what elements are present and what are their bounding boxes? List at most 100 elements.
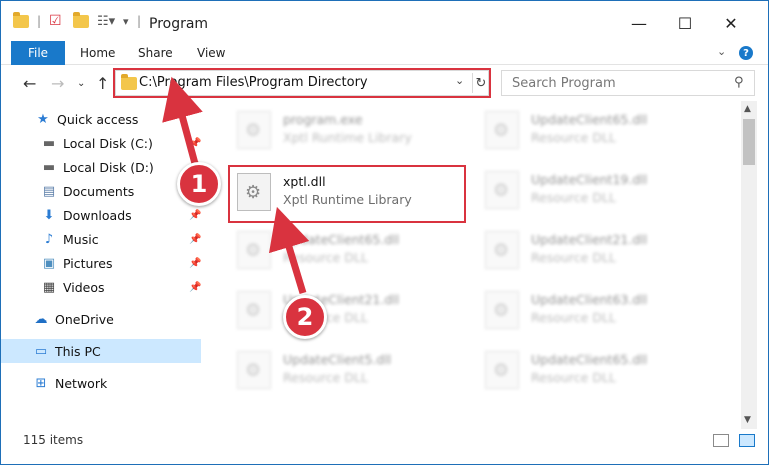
file-description: Xptl Runtime Library — [283, 130, 412, 145]
scrollbar-thumb[interactable] — [743, 119, 755, 165]
back-arrow-icon[interactable]: ← — [23, 74, 36, 93]
dll-file-icon — [237, 231, 271, 269]
tab-home[interactable]: Home — [80, 41, 115, 65]
sidebar-item-this-pc[interactable]: ▭ This PC — [1, 339, 201, 363]
computer-icon: ▭ — [34, 343, 48, 359]
file-description: Resource DLL — [531, 130, 616, 145]
maximize-button[interactable]: ☐ — [662, 8, 708, 38]
sidebar-item-pictures[interactable]: ▣ Pictures 📌 — [1, 251, 202, 275]
large-icons-view-icon[interactable] — [739, 434, 755, 447]
download-icon: ⬇ — [43, 207, 55, 223]
window-title: Program — [149, 16, 209, 32]
separator: | — [37, 14, 42, 28]
expand-ribbon-icon[interactable]: ⌄ — [717, 45, 726, 58]
sidebar-item-videos[interactable]: ▦ Videos 📌 — [1, 275, 202, 299]
list-item[interactable]: UpdateClient65.dll Resource DLL — [479, 107, 719, 153]
sidebar-item-label: Music — [63, 231, 99, 247]
list-item[interactable]: UpdateClient63.dll Resource DLL — [479, 287, 719, 333]
search-icon[interactable]: ⚲ — [734, 75, 744, 90]
item-count: 115 items — [23, 433, 84, 447]
documents-icon: ▤ — [42, 183, 56, 199]
close-button[interactable]: ✕ — [708, 8, 754, 38]
sidebar-item-label: Quick access — [57, 111, 139, 127]
sidebar-item-label: Pictures — [63, 255, 113, 271]
file-name: program.exe — [283, 112, 363, 127]
pin-icon[interactable]: 📌 — [189, 258, 201, 269]
customize-toolbar-icon[interactable]: ☷▾ — [97, 11, 115, 31]
scroll-down-icon[interactable]: ▼ — [744, 415, 751, 425]
file-description: Resource DLL — [283, 370, 368, 385]
sidebar-item-label: Local Disk (C:) — [63, 135, 153, 151]
music-icon: ♪ — [44, 231, 54, 247]
new-folder-icon[interactable] — [73, 11, 89, 31]
sidebar-item-local-disk-d[interactable]: ▬ Local Disk (D:) 📌 — [1, 155, 202, 179]
navigation-pane: ★ Quick access ▬ Local Disk (C:) 📌 ▬ Loc… — [1, 101, 211, 431]
file-explorer-window: | ☑ ☷▾ ▾ | Program — ☐ ✕ File Home Share… — [0, 0, 769, 465]
sidebar-item-label: This PC — [55, 343, 101, 359]
help-button[interactable]: ? — [739, 46, 753, 60]
file-highlight-box — [228, 165, 466, 223]
pin-icon[interactable]: 📌 — [189, 138, 201, 149]
file-name: UpdateClient65.dll — [283, 232, 400, 247]
exe-file-icon — [237, 111, 271, 149]
dll-file-icon — [237, 291, 271, 329]
list-item[interactable]: UpdateClient65.dll Resource DLL — [231, 227, 471, 273]
callout-badge-1: 1 — [177, 162, 221, 206]
tab-share[interactable]: Share — [138, 41, 173, 65]
properties-icon[interactable]: ☑ — [49, 11, 62, 31]
details-view-icon[interactable] — [713, 434, 729, 447]
tab-view[interactable]: View — [197, 41, 225, 65]
dll-file-icon — [485, 351, 519, 389]
list-item[interactable]: UpdateClient21.dll Resource DLL — [231, 287, 471, 333]
vertical-scrollbar[interactable]: ▲ ▼ — [741, 101, 757, 429]
tab-file[interactable]: File — [11, 41, 65, 65]
list-item[interactable]: UpdateClient5.dll Resource DLL — [231, 347, 471, 393]
drive-icon: ▬ — [42, 159, 56, 175]
forward-arrow-icon[interactable]: → — [51, 74, 64, 93]
file-name: UpdateClient5.dll — [283, 352, 392, 367]
sidebar-item-music[interactable]: ♪ Music 📌 — [1, 227, 202, 251]
pictures-icon: ▣ — [42, 255, 56, 271]
file-name: UpdateClient63.dll — [531, 292, 648, 307]
sidebar-item-onedrive[interactable]: ☁ OneDrive — [1, 307, 201, 331]
file-list: program.exe Xptl Runtime Library xptl.dl… — [211, 101, 741, 429]
sidebar-item-label: Network — [55, 375, 108, 391]
list-item[interactable]: UpdateClient19.dll Resource DLL — [479, 167, 719, 213]
scroll-up-icon[interactable]: ▲ — [744, 104, 751, 114]
up-arrow-icon[interactable]: ↑ — [96, 74, 109, 93]
dll-file-icon — [485, 291, 519, 329]
pin-icon[interactable]: 📌 — [189, 282, 201, 293]
quick-access-dropdown-icon[interactable]: ▾ — [123, 11, 129, 31]
sidebar-item-local-disk-c[interactable]: ▬ Local Disk (C:) 📌 — [1, 131, 202, 155]
cloud-icon: ☁ — [34, 311, 48, 327]
pin-icon[interactable]: 📌 — [189, 210, 201, 221]
file-description: Resource DLL — [531, 190, 616, 205]
sidebar-item-quick-access[interactable]: ★ Quick access — [1, 107, 201, 131]
list-item[interactable]: UpdateClient21.dll Resource DLL — [479, 227, 719, 273]
navigation-bar: ← → ⌄ ↑ C:\Program Files\Program Directo… — [1, 65, 768, 101]
minimize-button[interactable]: — — [616, 8, 662, 38]
sidebar-item-downloads[interactable]: ⬇ Downloads 📌 — [1, 203, 202, 227]
network-icon: ⊞ — [35, 375, 47, 391]
file-description: Resource DLL — [283, 250, 368, 265]
address-highlight-box — [113, 68, 491, 98]
recent-locations-icon[interactable]: ⌄ — [77, 78, 85, 89]
drive-icon: ▬ — [42, 135, 56, 151]
file-description: Resource DLL — [531, 250, 616, 265]
file-name: UpdateClient19.dll — [531, 172, 648, 187]
search-placeholder: Search Program — [512, 76, 616, 91]
folder-icon — [13, 11, 29, 31]
list-item[interactable]: UpdateClient65.dll Resource DLL — [479, 347, 719, 393]
sidebar-item-network[interactable]: ⊞ Network — [1, 371, 201, 395]
search-input[interactable]: Search Program ⚲ — [501, 70, 755, 96]
dll-file-icon — [485, 111, 519, 149]
status-bar: 115 items — [1, 431, 768, 451]
file-name: UpdateClient21.dll — [531, 232, 648, 247]
title-bar: | ☑ ☷▾ ▾ | Program — ☐ ✕ — [1, 1, 768, 41]
separator: | — [137, 14, 142, 28]
sidebar-item-documents[interactable]: ▤ Documents 📌 — [1, 179, 202, 203]
list-item[interactable]: program.exe Xptl Runtime Library — [231, 107, 471, 153]
pin-icon[interactable]: 📌 — [189, 234, 201, 245]
file-name: UpdateClient65.dll — [531, 352, 648, 367]
dll-file-icon — [237, 351, 271, 389]
